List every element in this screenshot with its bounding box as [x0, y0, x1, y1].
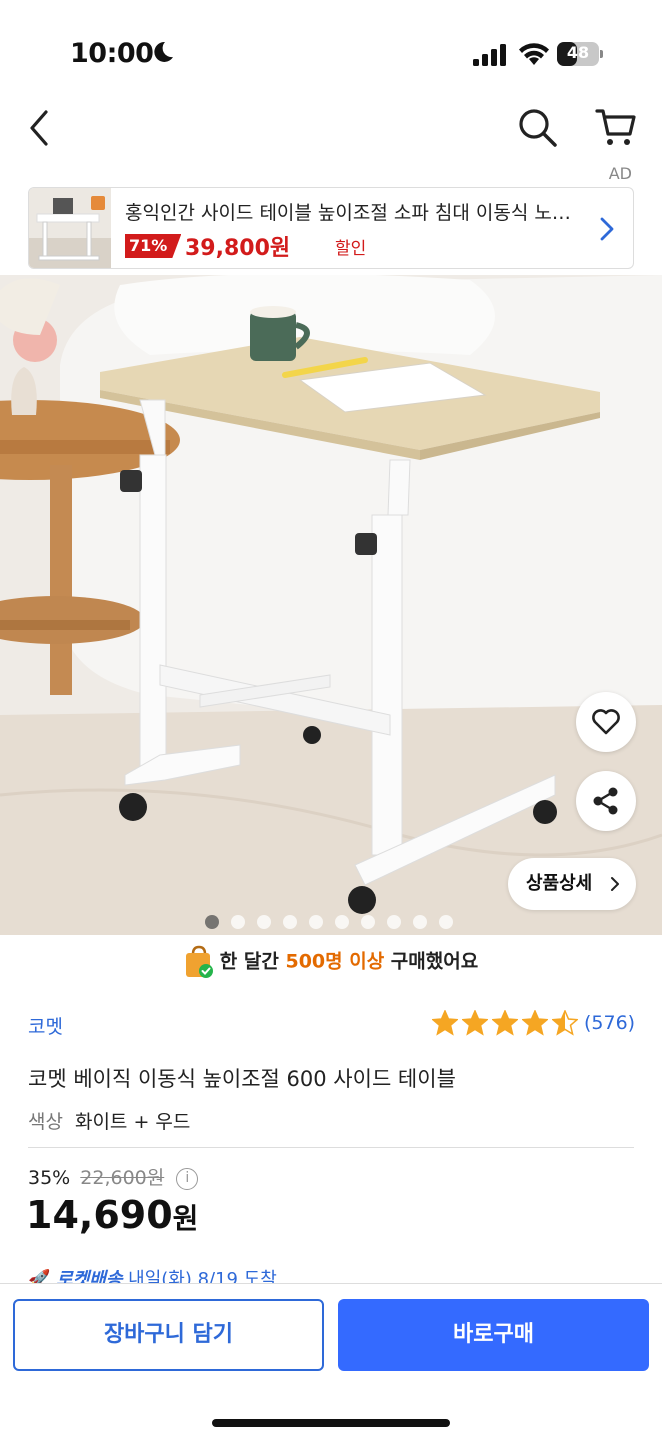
rating[interactable]: (576): [432, 1010, 635, 1036]
final-price: 14,690원: [26, 1193, 198, 1237]
purchase-suffix: 구매했어요: [384, 950, 479, 973]
gallery-pagination-dots: [205, 915, 453, 929]
product-image: [0, 275, 662, 935]
product-detail-button[interactable]: 상품상세: [508, 858, 636, 910]
battery-percent: 48: [566, 43, 590, 62]
gallery-dot[interactable]: [439, 915, 453, 929]
top-nav: [0, 100, 662, 160]
ad-price: 39,800원: [185, 236, 291, 261]
divider: [28, 1147, 634, 1148]
gallery-dot[interactable]: [361, 915, 375, 929]
option-row[interactable]: 색상 화이트 + 우드: [28, 1107, 190, 1134]
purchase-prefix: 한 달간: [219, 950, 286, 973]
moon-icon: [154, 41, 173, 62]
gallery-dot[interactable]: [205, 915, 219, 929]
star-icon: [492, 1010, 518, 1036]
battery-icon: 48: [557, 42, 603, 66]
wishlist-button[interactable]: [576, 692, 636, 752]
product-title: 코멧 베이직 이동식 높이조절 600 사이드 테이블: [28, 1067, 456, 1091]
wifi-icon: [519, 43, 549, 65]
add-to-cart-button[interactable]: 장바구니 담기: [13, 1299, 324, 1371]
purchase-highlight: 500명 이상: [285, 950, 385, 973]
signal-icon: [473, 44, 506, 66]
gallery-dot[interactable]: [231, 915, 245, 929]
final-price-unit: 원: [172, 1202, 199, 1235]
star-icon: [432, 1010, 458, 1036]
ad-sale-label: 할인: [335, 239, 367, 259]
chevron-right-icon: [600, 217, 614, 241]
chevron-right-icon: [611, 877, 619, 891]
status-bar: 10:00 48: [0, 0, 662, 100]
review-count: (576): [584, 1012, 636, 1034]
option-value: 화이트 + 우드: [74, 1111, 191, 1133]
ad-banner[interactable]: 홍익인간 사이드 테이블 높이조절 소파 침대 이동식 노트북 테이블 71% …: [28, 187, 634, 269]
star-rating: [432, 1010, 578, 1036]
back-icon[interactable]: [22, 106, 58, 150]
gallery-dot[interactable]: [257, 915, 271, 929]
buy-now-button[interactable]: 바로구매: [338, 1299, 649, 1371]
gallery-dot[interactable]: [387, 915, 401, 929]
info-icon[interactable]: i: [176, 1167, 199, 1190]
cart-icon[interactable]: [594, 106, 638, 148]
heart-icon: [592, 709, 620, 735]
discount-rate: 35%: [28, 1167, 71, 1189]
share-icon: [593, 787, 618, 815]
star-icon: [552, 1010, 578, 1036]
ad-title: 홍익인간 사이드 테이블 높이조절 소파 침대 이동식 노트북 테이블: [125, 202, 585, 224]
ad-label: AD: [608, 164, 632, 183]
option-label: 색상: [28, 1111, 63, 1133]
delivery-info: 🚀 로켓배송 내일(화) 8/19 도착: [28, 1265, 277, 1285]
ad-thumbnail: [29, 188, 111, 268]
home-indicator[interactable]: [212, 1419, 450, 1427]
ad-discount-badge: 71%: [125, 234, 181, 258]
original-price: 22,600원: [80, 1167, 165, 1189]
share-button[interactable]: [576, 771, 636, 831]
shopping-bag-icon: [184, 945, 214, 979]
final-price-number: 14,690: [26, 1193, 173, 1237]
product-detail-label: 상품상세: [526, 873, 593, 894]
gallery-dot[interactable]: [283, 915, 297, 929]
gallery-dot[interactable]: [309, 915, 323, 929]
product-image-gallery[interactable]: 상품상세: [0, 275, 662, 935]
gallery-dot[interactable]: [413, 915, 427, 929]
bottom-action-bar: 장바구니 담기 바로구매: [0, 1283, 662, 1440]
discount-row: 35% 22,600원 i: [28, 1163, 199, 1190]
star-icon: [522, 1010, 548, 1036]
status-time: 10:00: [70, 38, 154, 69]
gallery-dot[interactable]: [335, 915, 349, 929]
search-icon[interactable]: [515, 105, 559, 149]
purchase-count-banner: 한 달간 500명 이상 구매했어요: [0, 945, 662, 985]
star-icon: [462, 1010, 488, 1036]
brand-link[interactable]: 코멧: [28, 1012, 63, 1039]
